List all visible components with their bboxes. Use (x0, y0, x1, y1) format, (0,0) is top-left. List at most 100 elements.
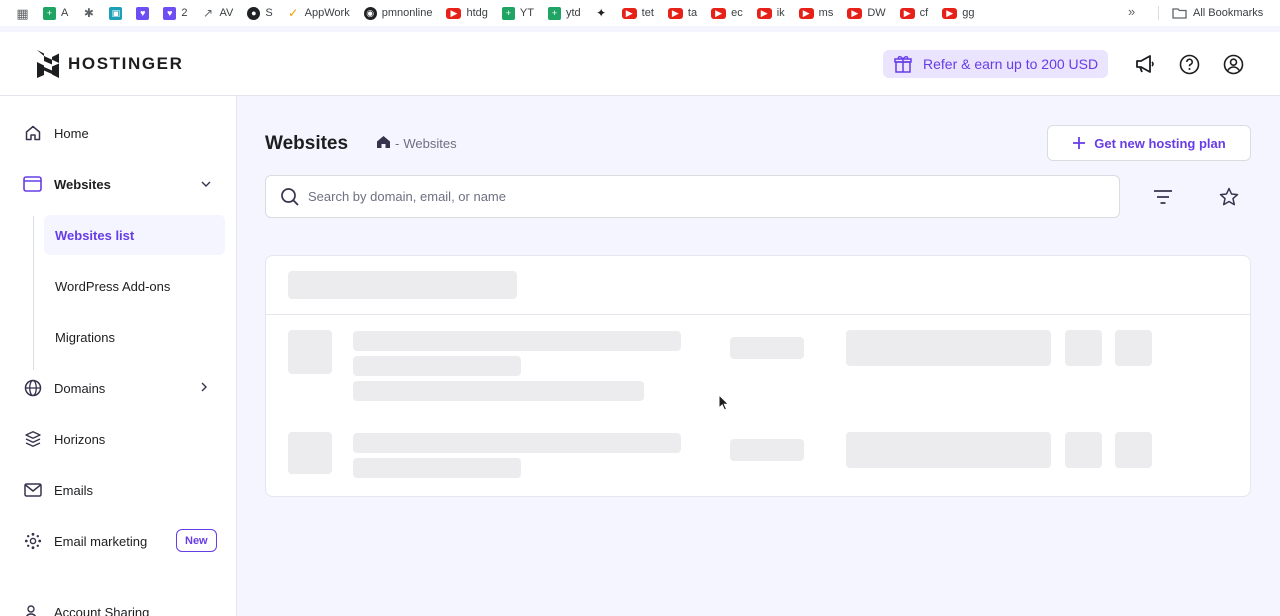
chat-icon: ♥ (163, 6, 177, 20)
email-marketing-icon (23, 532, 42, 551)
help-icon (1179, 54, 1199, 74)
help-button[interactable] (1177, 52, 1201, 76)
bookmark-item[interactable]: + YT (501, 6, 534, 20)
pin-icon: ✦ (596, 6, 607, 20)
skeleton-status (730, 337, 804, 359)
sidebar-item-emails[interactable]: Emails (0, 470, 236, 510)
hostinger-logo-icon (37, 50, 59, 78)
bookmark-item[interactable]: ▶ htdg (446, 7, 488, 19)
account-button[interactable] (1221, 52, 1245, 76)
skeleton-status (730, 439, 804, 461)
refer-label: Refer & earn up to 200 USD (923, 56, 1099, 72)
announcements-button[interactable] (1133, 52, 1157, 76)
skeleton-plan (846, 330, 1051, 366)
bookmark-item[interactable]: ▶ cf (899, 7, 928, 19)
sidebar-subitem-websites-list[interactable]: Websites list (44, 215, 225, 255)
youtube-icon: ▶ (621, 7, 637, 19)
sidebar-item-domains[interactable]: Domains (0, 368, 236, 408)
skeleton-line (353, 458, 521, 478)
all-bookmarks-button[interactable]: All Bookmarks (1172, 0, 1263, 26)
skeleton-action (1065, 432, 1102, 468)
bookmark-item[interactable]: ▶ ec (711, 7, 743, 19)
bookmarks-bar: ▦ + A ✱ ▣ ♥ ♥ 2 ↗ AV ● S ✓ AppWork ◉ pmnonline… (0, 0, 1280, 26)
youtube-icon: ▶ (446, 7, 462, 19)
more-bookmarks-chevron-icon[interactable]: » (1128, 4, 1135, 19)
star-icon (1219, 187, 1239, 206)
skeleton-line (353, 381, 644, 401)
breadcrumb-current: Websites (403, 136, 457, 151)
skeleton-action (1115, 432, 1152, 468)
skeleton-thumbnail (288, 330, 332, 374)
bookmark-item[interactable]: + ytd (547, 6, 581, 20)
bookmark-item[interactable]: ▣ (109, 6, 123, 20)
sidebar-item-home[interactable]: Home (0, 113, 236, 153)
home-icon (377, 136, 390, 148)
youtube-icon: ▶ (847, 7, 863, 19)
bookmark-item[interactable]: ▶ ms (798, 7, 833, 19)
apps-grid-button[interactable]: ▦ (16, 7, 29, 20)
bookmark-item[interactable]: ✓ AppWork (287, 7, 350, 20)
filter-button[interactable] (1151, 185, 1175, 209)
bookmark-item[interactable]: ↗ AV (201, 7, 233, 20)
bookmark-item[interactable]: ♥ (136, 6, 150, 20)
bookmark-item[interactable]: ▶ ta (667, 7, 697, 19)
sidebar: Home Websites Websites list WordPress Ad… (0, 96, 237, 616)
megaphone-icon (1136, 55, 1154, 73)
website-search (265, 175, 1120, 218)
refer-earn-button[interactable]: Refer & earn up to 200 USD (883, 50, 1109, 78)
mail-icon (23, 481, 42, 500)
globe-icon: ● (247, 6, 261, 20)
bookmarks-divider (1158, 6, 1159, 20)
trend-icon: ↗ (202, 6, 213, 20)
bookmark-item[interactable]: ▶ DW (847, 7, 886, 19)
plus-icon (1073, 137, 1086, 149)
brand-name: HOSTINGER (68, 54, 184, 73)
folder-icon (1172, 8, 1187, 19)
get-new-hosting-plan-button[interactable]: Get new hosting plan (1047, 125, 1251, 161)
chevron-right-icon (201, 382, 207, 395)
skeleton-line (353, 356, 521, 376)
bookmark-item[interactable]: ▶ ik (756, 7, 785, 19)
bookmark-item[interactable]: ✦ (595, 7, 608, 20)
user-icon (1223, 54, 1243, 74)
skeleton-line (353, 433, 681, 453)
hostinger-logo[interactable]: HOSTINGER (36, 49, 183, 79)
breadcrumb-home-link[interactable] (376, 135, 391, 152)
favorites-button[interactable] (1217, 185, 1241, 209)
sidebar-item-horizons[interactable]: Horizons (0, 419, 236, 459)
bookmark-item[interactable]: ◉ pmnonline (363, 6, 432, 20)
sidebar-item-websites[interactable]: Websites (0, 164, 236, 204)
sidebar-subitem-wordpress-addons[interactable]: WordPress Add-ons (44, 266, 225, 306)
sheets-icon: + (501, 6, 515, 20)
skeleton-line (353, 331, 681, 351)
bookmark-item[interactable]: ♥ 2 (163, 6, 187, 20)
bookmark-item[interactable]: ✱ (82, 7, 95, 20)
skeleton-plan (846, 432, 1051, 468)
chevron-down-icon (201, 178, 211, 190)
bookmark-item[interactable]: + A (43, 6, 68, 20)
youtube-icon: ▶ (798, 7, 814, 19)
sheets-icon: + (43, 6, 56, 20)
breadcrumb-separator: - (395, 136, 400, 151)
mouse-cursor-icon (718, 394, 730, 411)
app-icon: ▣ (109, 6, 123, 20)
globe-icon (23, 379, 42, 398)
skeleton-heading (288, 271, 517, 299)
bookmark-item[interactable]: ▶ tet (621, 7, 654, 19)
page-title: Websites (265, 133, 349, 154)
websites-list-loading-card (265, 255, 1251, 497)
sidebar-subitem-migrations[interactable]: Migrations (44, 317, 225, 357)
home-icon (23, 124, 42, 143)
horizons-icon (23, 430, 42, 449)
youtube-icon: ▶ (899, 7, 915, 19)
main-content: Websites - Websites Get new hosting plan (237, 97, 1280, 616)
chat-icon: ♥ (136, 6, 150, 20)
filter-icon (1154, 190, 1172, 204)
youtube-icon: ▶ (711, 7, 727, 19)
sidebar-item-account-sharing[interactable]: Account Sharing (0, 592, 236, 616)
skeleton-thumbnail (288, 432, 332, 474)
bookmark-item[interactable]: ▶ gg (942, 7, 974, 19)
search-input[interactable] (308, 176, 1108, 217)
bookmark-item[interactable]: ● S (247, 6, 273, 20)
card-divider (266, 314, 1250, 315)
